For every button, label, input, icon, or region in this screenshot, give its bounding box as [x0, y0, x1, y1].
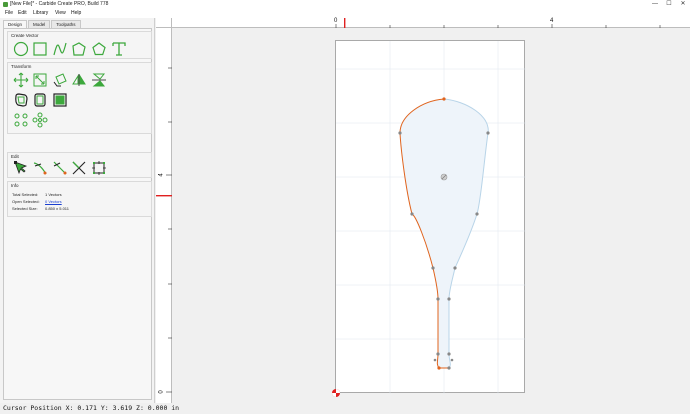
- info-group: Info Total Selected: 1 Vectors Open Sele…: [7, 181, 152, 217]
- menu-help[interactable]: Help: [71, 9, 81, 18]
- create-vector-group: Create Vector: [7, 31, 152, 59]
- menu-bar: File Edit Library View Help: [0, 9, 690, 18]
- top-ruler: 0 4: [172, 18, 690, 28]
- tab-model[interactable]: Model: [28, 20, 51, 28]
- polygon-tool-icon[interactable]: [91, 41, 107, 57]
- left-ruler: 4 0: [156, 28, 172, 403]
- cut-tool-icon[interactable]: [71, 160, 87, 176]
- menu-edit[interactable]: Edit: [18, 9, 27, 18]
- bounding-box-icon[interactable]: [91, 160, 107, 176]
- title-bar: [New File]* - Carbide Create PRO, Build …: [0, 0, 690, 9]
- rotate-tool-icon[interactable]: [52, 72, 68, 88]
- ruler-left-label-0: 0: [158, 390, 165, 394]
- open-selected-label: Open Selected:: [12, 199, 40, 204]
- menu-library[interactable]: Library: [33, 9, 48, 18]
- shape-fill: [400, 99, 489, 368]
- align-tool-icon[interactable]: [91, 72, 107, 88]
- offset-tool-icon[interactable]: [13, 92, 29, 108]
- status-bar: Cursor Position X: 0.171 Y: 3.619 Z: 0.0…: [0, 403, 690, 414]
- transform-title: Transform: [11, 64, 32, 69]
- boolean-tool-icon[interactable]: [52, 92, 68, 108]
- menu-file[interactable]: File: [5, 9, 13, 18]
- move-tool-icon[interactable]: [13, 72, 29, 88]
- ruler-top-label-4: 4: [550, 18, 554, 24]
- transform-group: Transform: [7, 62, 152, 134]
- vector-drawing[interactable]: [336, 41, 526, 394]
- cursor-position-readout: Cursor Position X: 0.171 Y: 3.619 Z: 0.0…: [3, 404, 180, 412]
- polyline-tool-icon[interactable]: [71, 41, 87, 57]
- panel-tabs: Design Model Toolpaths: [3, 20, 82, 28]
- circle-tool-icon[interactable]: [13, 41, 29, 57]
- radial-array-tool-icon[interactable]: [32, 112, 48, 128]
- minimize-button[interactable]: —: [648, 0, 662, 9]
- rectangle-tool-icon[interactable]: [32, 41, 48, 57]
- ruler-top-label-0: 0: [334, 18, 338, 24]
- center-handle-icon: [440, 173, 448, 181]
- origin-marker-icon: [332, 389, 340, 397]
- total-selected-value: 1 Vectors: [45, 192, 62, 197]
- array-tool-icon[interactable]: [13, 112, 29, 128]
- text-tool-icon[interactable]: [111, 41, 127, 57]
- info-open-selected: Open Selected: 0 Vectors: [12, 199, 62, 204]
- node-edit-icon[interactable]: [13, 160, 29, 176]
- ruler-left-label-4: 4: [158, 173, 165, 177]
- design-panel: Design Model Toolpaths Create Vector Tra…: [0, 18, 155, 403]
- selected-size-label: Selected Size:: [12, 206, 38, 211]
- create-vector-title: Create Vector: [11, 33, 39, 38]
- stock-material-area[interactable]: [335, 40, 526, 394]
- curve-tool-icon[interactable]: [52, 41, 68, 57]
- cursor-y-marker: [156, 195, 172, 197]
- trim-tool-icon[interactable]: [32, 160, 48, 176]
- carbide-create-window: [New File]* - Carbide Create PRO, Build …: [0, 0, 690, 414]
- mirror-tool-icon[interactable]: [71, 72, 87, 88]
- open-selected-link[interactable]: 0 Vectors: [45, 199, 62, 204]
- join-tool-icon[interactable]: [32, 92, 48, 108]
- ruler-corner: [156, 18, 172, 28]
- selected-size-value: 0.850 x 5.011: [45, 206, 69, 211]
- window-controls: — ☐ ✕: [648, 0, 690, 9]
- cursor-x-marker: [344, 18, 346, 28]
- scale-tool-icon[interactable]: [32, 72, 48, 88]
- maximize-button[interactable]: ☐: [662, 0, 676, 9]
- edit-title: Edit: [11, 154, 19, 159]
- window-title: [New File]* - Carbide Create PRO, Build …: [10, 1, 109, 7]
- fillet-tool-icon[interactable]: [52, 160, 68, 176]
- menu-view[interactable]: View: [55, 9, 66, 18]
- app-logo-icon: [3, 2, 8, 7]
- tab-toolpaths[interactable]: Toolpaths: [51, 20, 81, 28]
- info-title: Info: [11, 183, 19, 188]
- tab-design[interactable]: Design: [3, 20, 28, 28]
- close-button[interactable]: ✕: [676, 0, 690, 9]
- info-selected-size: Selected Size: 0.850 x 5.011: [12, 206, 69, 211]
- edit-group: Edit: [7, 152, 152, 178]
- info-total-selected: Total Selected: 1 Vectors: [12, 192, 62, 197]
- panel-body: Create Vector Transform Edit Info Total …: [3, 28, 152, 400]
- total-selected-label: Total Selected:: [12, 192, 39, 197]
